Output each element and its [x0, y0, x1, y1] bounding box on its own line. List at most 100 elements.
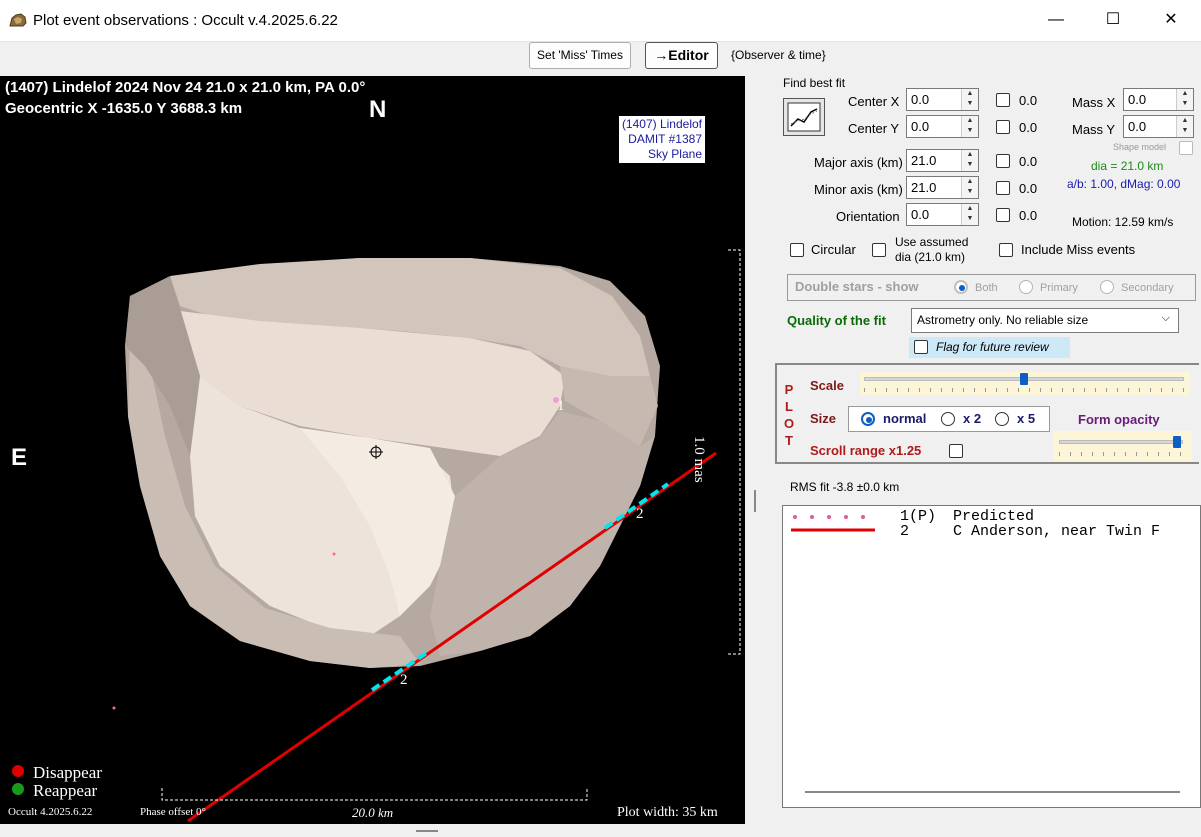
badge-asteroid: (1407) Lindelof [621, 117, 702, 131]
size-normal-label: normal [883, 411, 927, 426]
center-x-checkbox[interactable] [996, 93, 1010, 107]
size-x5-radio[interactable] [995, 412, 1009, 426]
major-axis-checkbox[interactable] [996, 154, 1010, 168]
flag-review-label: Flag for future review [936, 340, 1049, 354]
opacity-slider[interactable] [1053, 431, 1192, 461]
center-x-input[interactable]: 0.0 ▲ ▼ [906, 88, 979, 111]
disappear-legend-dot [12, 765, 24, 777]
find-best-fit-button[interactable] [783, 98, 825, 136]
badge-sky-plane: Sky Plane [647, 147, 702, 161]
plot-area[interactable]: (1407) Lindelof 2024 Nov 24 21.0 x 21.0 … [0, 76, 745, 824]
center-y-checkbox[interactable] [996, 120, 1010, 134]
flag-review-checkbox[interactable] [914, 340, 928, 354]
use-assumed-label-2: dia (21.0 km) [895, 250, 966, 264]
major-axis-spinner-icon[interactable]: ▲ ▼ [961, 150, 978, 171]
legend-reappear: Reappear [33, 781, 98, 800]
minimize-button[interactable]: — [1028, 0, 1084, 40]
find-best-fit-label: Find best fit [783, 76, 846, 90]
include-miss-checkbox[interactable] [999, 243, 1013, 257]
chord-label-1: 1 [557, 398, 565, 414]
legend-row2-id: 2 [900, 523, 910, 540]
mass-y-spinner-icon[interactable]: ▲ ▼ [1176, 116, 1193, 137]
center-x-uncertainty: 0.0 [1019, 93, 1038, 108]
flag-review-row[interactable]: Flag for future review [909, 337, 1070, 358]
circular-checkbox[interactable] [790, 243, 804, 257]
scroll-range-checkbox[interactable] [949, 444, 963, 458]
orientation-checkbox[interactable] [996, 208, 1010, 222]
center-y-spinner-icon[interactable]: ▲ ▼ [961, 116, 978, 137]
size-label: Size [810, 411, 837, 426]
major-axis-input[interactable]: 21.0 ▲ ▼ [906, 149, 979, 172]
east-label: E [11, 444, 28, 471]
center-x-spinner-icon[interactable]: ▲ ▼ [961, 89, 978, 110]
list-horizontal-scrollbar[interactable] [805, 791, 1180, 793]
size-normal-radio[interactable] [861, 412, 875, 426]
rms-readout: RMS fit -3.8 ±0.0 km [790, 480, 900, 494]
mass-x-input[interactable]: 0.0 ▲ ▼ [1123, 88, 1194, 111]
observer-time-menu[interactable]: {Observer & time} [731, 48, 826, 62]
scroll-range-label: Scroll range x1.25 [810, 443, 922, 458]
north-label: N [369, 96, 387, 123]
orientation-spinner-icon[interactable]: ▲ ▼ [961, 204, 978, 225]
diameter-readout: dia = 21.0 km [1091, 159, 1164, 173]
size-x2-radio[interactable] [941, 412, 955, 426]
double-primary-radio[interactable] [1019, 280, 1033, 294]
size-radio-group: normal x 2 x 5 [848, 406, 1050, 432]
scale-slider[interactable] [860, 372, 1190, 395]
plot-header-line2: Geocentric X -1635.0 Y 3688.3 km [5, 100, 243, 117]
opacity-slider-thumb[interactable] [1172, 436, 1181, 448]
minor-axis-uncertainty: 0.0 [1019, 181, 1038, 196]
observer-legend-list[interactable]: 1(P) Predicted 2 C Anderson, near Twin F [782, 505, 1201, 808]
double-both-radio[interactable] [954, 280, 968, 294]
minor-axis-input[interactable]: 21.0 ▲ ▼ [906, 176, 979, 199]
plot-canvas [12, 249, 741, 823]
badge-damit: DAMIT #1387 [628, 132, 702, 146]
title-bar: Plot event observations : Occult v.4.202… [0, 0, 1201, 42]
close-button[interactable]: ✕ [1143, 0, 1199, 40]
scale-mas-label: 1.0 mas [691, 436, 707, 483]
editor-button[interactable]: →Editor [645, 42, 718, 69]
quality-select[interactable]: Astrometry only. No reliable size ⌵ [911, 308, 1179, 333]
footer-phase-offset: Phase offset 0° [140, 806, 206, 818]
minor-axis-spinner-icon[interactable]: ▲ ▼ [961, 177, 978, 198]
double-primary-label: Primary [1040, 282, 1078, 294]
set-miss-times-button[interactable]: Set 'Miss' Times [529, 42, 631, 69]
minor-axis-label: Minor axis (km) [814, 182, 903, 197]
maximize-button[interactable]: ☐ [1085, 0, 1141, 40]
double-secondary-label: Secondary [1121, 282, 1174, 294]
plot-vertical-label: P L O T [784, 382, 795, 448]
window-title: Plot event observations : Occult v.4.202… [33, 12, 338, 29]
size-x5-label: x 5 [1017, 411, 1036, 426]
double-secondary-radio[interactable] [1100, 280, 1114, 294]
mass-x-spinner-icon[interactable]: ▲ ▼ [1176, 89, 1193, 110]
orientation-input[interactable]: 0.0 ▲ ▼ [906, 203, 979, 226]
shape-model-checkbox[interactable] [1179, 141, 1193, 155]
center-y-input[interactable]: 0.0 ▲ ▼ [906, 115, 979, 138]
use-assumed-label: Use assumed [895, 235, 969, 249]
scale-slider-thumb[interactable] [1020, 373, 1028, 385]
legend-row2-text: C Anderson, near Twin F [953, 523, 1161, 540]
footer-scale: 20.0 km [352, 805, 394, 820]
fit-chart-icon [787, 102, 821, 132]
minor-axis-checkbox[interactable] [996, 181, 1010, 195]
occult-app-icon [9, 13, 27, 27]
circular-label: Circular [811, 242, 856, 257]
footer-version: Occult 4.2025.6.22 [8, 806, 93, 818]
center-y-uncertainty: 0.0 [1019, 120, 1038, 135]
mass-y-input[interactable]: 0.0 ▲ ▼ [1123, 115, 1194, 138]
plot-header-line1: (1407) Lindelof 2024 Nov 24 21.0 x 21.0 … [5, 79, 366, 96]
footer-plot-width: Plot width: 35 km [617, 805, 718, 820]
use-assumed-checkbox[interactable] [872, 243, 886, 257]
double-both-label: Both [975, 282, 998, 294]
center-y-label: Center Y [848, 121, 900, 136]
vertical-splitter[interactable] [754, 490, 756, 512]
legend-disappear: Disappear [33, 763, 102, 782]
horizontal-splitter[interactable] [416, 830, 438, 832]
shape-model-badge: (1407) Lindelof DAMIT #1387 Sky Plane [618, 116, 705, 163]
double-stars-label: Double stars - show [795, 279, 919, 294]
reappear-legend-dot [12, 783, 24, 795]
major-axis-uncertainty: 0.0 [1019, 154, 1038, 169]
motion-readout: Motion: 12.59 km/s [1072, 215, 1174, 229]
mass-y-label: Mass Y [1072, 122, 1116, 137]
observer-line-swatch [791, 528, 875, 532]
